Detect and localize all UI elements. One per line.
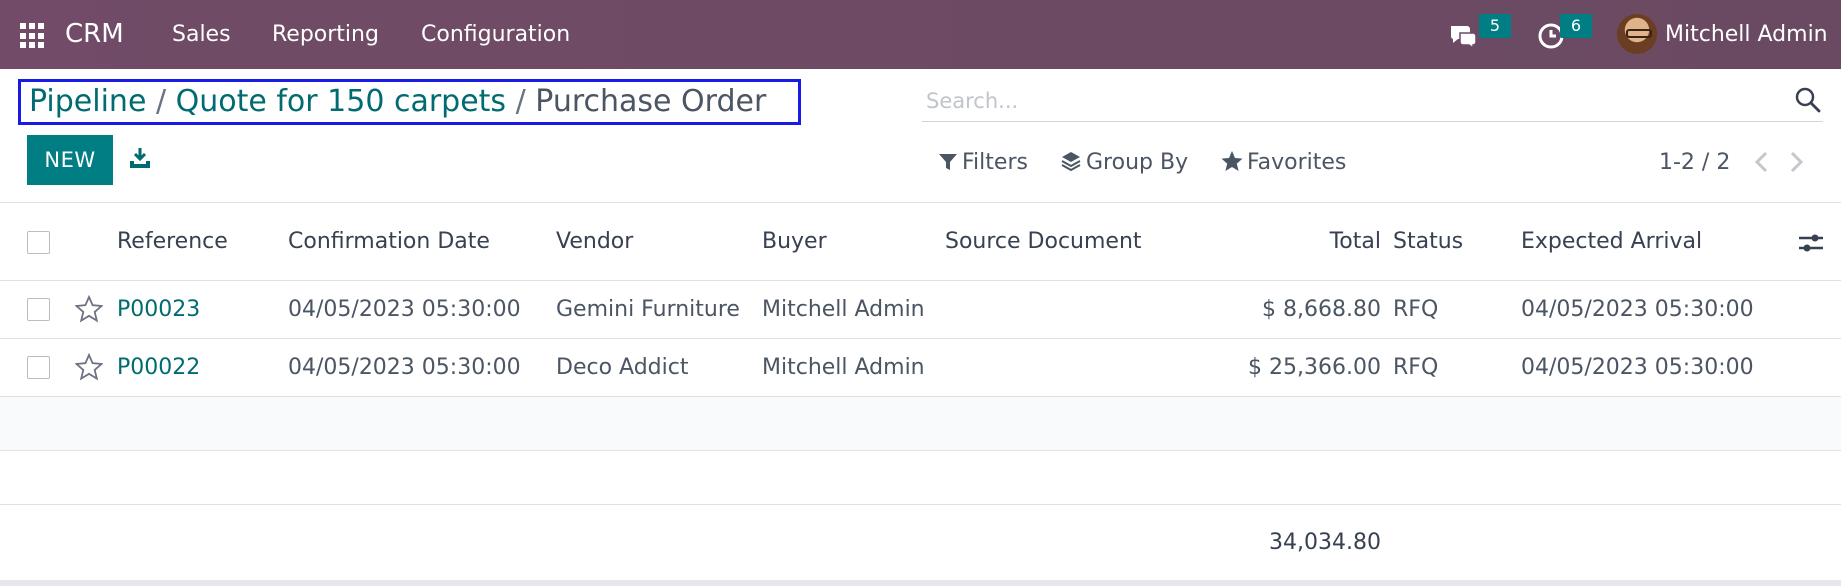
table-row[interactable]: P00022 04/05/2023 05:30:00 Deco Addict M… bbox=[0, 339, 1841, 397]
column-header-expected-arrival[interactable]: Expected Arrival bbox=[1521, 227, 1702, 257]
activities-badge: 6 bbox=[1560, 14, 1592, 38]
sum-total: 34,034.80 bbox=[1269, 530, 1381, 555]
row-status: RFQ bbox=[1393, 297, 1439, 322]
new-button[interactable]: NEW bbox=[27, 135, 113, 185]
avatar[interactable] bbox=[1617, 14, 1657, 54]
row-reference[interactable]: P00023 bbox=[117, 295, 200, 325]
chevron-left-icon[interactable] bbox=[1752, 150, 1772, 174]
star-outline-icon[interactable] bbox=[75, 353, 103, 381]
menu-sales[interactable]: Sales bbox=[172, 0, 231, 69]
search-bar bbox=[922, 80, 1823, 122]
table-footer-border bbox=[0, 580, 1841, 586]
breadcrumb-opportunity[interactable]: Quote for 150 carpets bbox=[176, 84, 506, 119]
row-total: $ 8,668.80 bbox=[1262, 297, 1381, 322]
column-header-confirmation-date[interactable]: Confirmation Date bbox=[288, 227, 490, 257]
groupby-label: Group By bbox=[1086, 150, 1189, 175]
row-buyer: Mitchell Admin bbox=[762, 355, 925, 380]
row-vendor: Deco Addict bbox=[556, 355, 689, 380]
breadcrumb-separator: / bbox=[155, 84, 167, 119]
column-settings-icon[interactable] bbox=[1797, 229, 1825, 257]
table-row[interactable]: P00023 04/05/2023 05:30:00 Gemini Furnit… bbox=[0, 281, 1841, 339]
search-icon[interactable] bbox=[1794, 86, 1822, 114]
filter-icon bbox=[939, 154, 957, 170]
row-expected-arrival: 04/05/2023 05:30:00 bbox=[1521, 355, 1754, 380]
column-header-status[interactable]: Status bbox=[1393, 227, 1463, 257]
row-total: $ 25,366.00 bbox=[1248, 355, 1381, 380]
breadcrumb-pipeline[interactable]: Pipeline bbox=[29, 84, 146, 119]
layers-icon bbox=[1061, 152, 1081, 172]
breadcrumb-separator: / bbox=[515, 84, 526, 119]
row-vendor: Gemini Furniture bbox=[556, 297, 740, 322]
user-menu[interactable]: Mitchell Admin bbox=[1665, 0, 1828, 69]
star-outline-icon[interactable] bbox=[75, 295, 103, 323]
row-confirmation-date: 04/05/2023 05:30:00 bbox=[288, 355, 521, 380]
row-checkbox[interactable] bbox=[27, 298, 50, 321]
download-icon[interactable] bbox=[128, 146, 152, 170]
favorites-label: Favorites bbox=[1247, 150, 1347, 175]
filters-label: Filters bbox=[962, 150, 1028, 175]
menu-reporting[interactable]: Reporting bbox=[272, 0, 379, 69]
column-header-buyer[interactable]: Buyer bbox=[762, 227, 827, 257]
empty-row bbox=[0, 397, 1841, 451]
select-all-checkbox[interactable] bbox=[27, 231, 50, 254]
table-header: Reference Confirmation Date Vendor Buyer… bbox=[0, 202, 1841, 281]
column-header-reference[interactable]: Reference bbox=[117, 227, 228, 257]
row-status: RFQ bbox=[1393, 355, 1439, 380]
star-icon bbox=[1221, 151, 1243, 171]
row-checkbox[interactable] bbox=[27, 356, 50, 379]
search-input[interactable] bbox=[926, 86, 1746, 116]
breadcrumb-current: Purchase Order bbox=[535, 84, 767, 119]
column-header-source-document[interactable]: Source Document bbox=[945, 227, 1142, 257]
row-expected-arrival: 04/05/2023 05:30:00 bbox=[1521, 297, 1754, 322]
app-brand[interactable]: CRM bbox=[65, 0, 124, 69]
column-header-vendor[interactable]: Vendor bbox=[556, 227, 633, 257]
chat-icon[interactable] bbox=[1448, 20, 1478, 50]
groupby-button[interactable]: Group By bbox=[1060, 148, 1188, 178]
menu-configuration[interactable]: Configuration bbox=[421, 0, 570, 69]
filters-button[interactable]: Filters bbox=[938, 148, 1028, 178]
messages-badge: 5 bbox=[1479, 14, 1511, 38]
row-buyer: Mitchell Admin bbox=[762, 297, 925, 322]
row-confirmation-date: 04/05/2023 05:30:00 bbox=[288, 297, 521, 322]
top-navbar: CRM Sales Reporting Configuration 5 6 Mi… bbox=[0, 0, 1841, 69]
empty-row bbox=[0, 451, 1841, 505]
favorites-button[interactable]: Favorites bbox=[1221, 148, 1346, 178]
pager-value[interactable]: 1-2 / 2 bbox=[1659, 148, 1730, 178]
column-header-total[interactable]: Total bbox=[1330, 227, 1381, 257]
row-reference[interactable]: P00022 bbox=[117, 353, 200, 383]
breadcrumb: Pipeline / Quote for 150 carpets / Purch… bbox=[18, 79, 801, 125]
apps-grid-icon[interactable] bbox=[20, 23, 46, 49]
chevron-right-icon[interactable] bbox=[1786, 150, 1806, 174]
